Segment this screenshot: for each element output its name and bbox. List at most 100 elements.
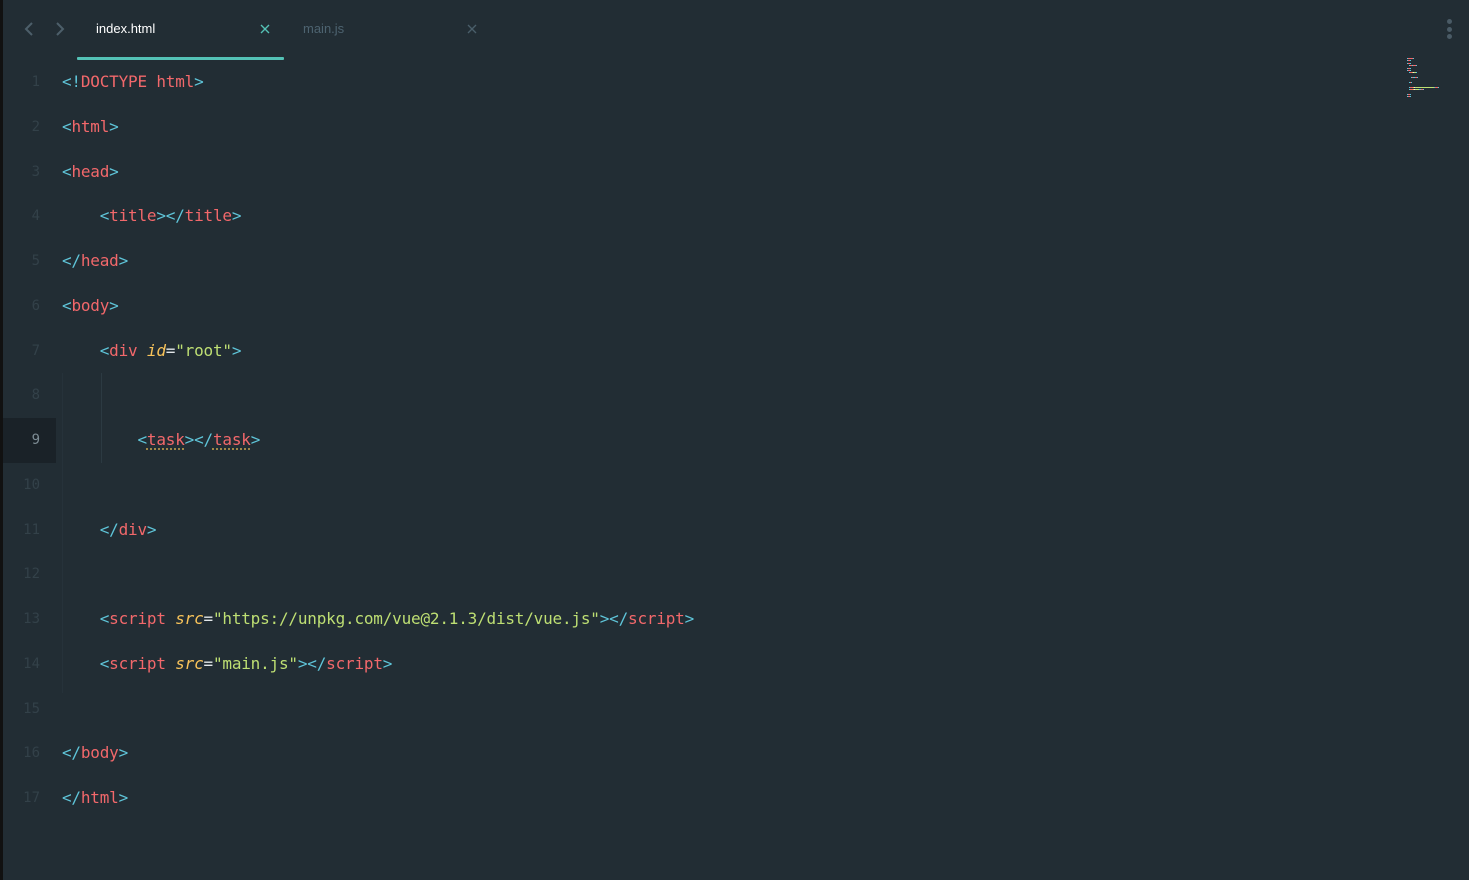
code-token: task bbox=[146, 430, 185, 449]
code-token: html bbox=[80, 788, 119, 807]
dot-icon bbox=[1446, 34, 1452, 39]
code-text: <body> bbox=[62, 284, 119, 329]
code-text: <script src="main.js"></script> bbox=[62, 642, 393, 687]
code-text: </html> bbox=[62, 776, 128, 821]
code-token: script bbox=[628, 609, 685, 628]
code-token: > bbox=[109, 116, 119, 136]
minimap-stroke bbox=[1423, 89, 1425, 91]
code-token: title bbox=[184, 206, 232, 226]
code-line[interactable]: 8 bbox=[3, 373, 1393, 418]
close-tab-button[interactable] bbox=[258, 22, 272, 36]
minimap-stroke bbox=[1415, 86, 1434, 88]
minimap-stroke bbox=[1411, 82, 1413, 83]
code-token: script bbox=[109, 609, 176, 628]
line-number: 8 bbox=[31, 387, 40, 404]
code-editor-window: index.html main.js 1 <!DOCTYPE html> 2 <… bbox=[0, 0, 1469, 880]
code-token: id bbox=[146, 340, 166, 360]
code-token: = bbox=[203, 609, 214, 628]
minimap-stroke bbox=[1409, 67, 1411, 69]
minimap[interactable] bbox=[1402, 58, 1444, 103]
code-token: </ bbox=[62, 519, 119, 539]
code-text: <!DOCTYPE html> bbox=[62, 60, 204, 105]
code-text: <script src="https://unpkg.com/vue@2.1.3… bbox=[62, 597, 695, 642]
minimap-stroke bbox=[1415, 65, 1417, 67]
code-token: body bbox=[71, 295, 110, 315]
tab-label: main.js bbox=[303, 21, 345, 36]
code-token: </ bbox=[62, 788, 81, 807]
code-token: < bbox=[62, 430, 147, 449]
minimap-stroke bbox=[1409, 94, 1411, 95]
code-token: > bbox=[118, 743, 129, 763]
code-token: src bbox=[175, 653, 204, 673]
code-token: > bbox=[118, 251, 129, 270]
code-line[interactable]: 17 </html> bbox=[3, 776, 1393, 821]
code-token: > bbox=[231, 340, 242, 360]
code-token: = bbox=[203, 653, 214, 673]
code-line[interactable]: 1 <!DOCTYPE html> bbox=[3, 60, 1393, 105]
code-token: "root" bbox=[175, 340, 232, 360]
code-line[interactable]: 10 bbox=[3, 463, 1393, 508]
forward-button[interactable] bbox=[50, 19, 70, 39]
code-token: > bbox=[118, 788, 129, 807]
minimap-stroke bbox=[1409, 70, 1411, 71]
code-token: "main.js" bbox=[212, 653, 298, 673]
code-token: src bbox=[175, 609, 204, 628]
tab-label: index.html bbox=[96, 21, 156, 36]
close-icon bbox=[260, 24, 270, 34]
code-text: <head> bbox=[62, 150, 119, 195]
code-token: ></ bbox=[599, 609, 629, 628]
code-line[interactable]: 6 <body> bbox=[3, 284, 1393, 329]
code-text: <title></title> bbox=[62, 194, 242, 239]
code-token: < bbox=[62, 653, 110, 673]
code-line[interactable]: 5 </head> bbox=[3, 239, 1393, 284]
line-number: 2 bbox=[31, 118, 40, 135]
line-number: 14 bbox=[23, 655, 40, 672]
code-area[interactable]: 1 <!DOCTYPE html> 2 <html> 3 <head> 4 <title><… bbox=[3, 60, 1469, 880]
tab-index-html[interactable]: index.html bbox=[77, 0, 284, 60]
code-token: > bbox=[382, 653, 393, 673]
code-token: > bbox=[250, 430, 261, 449]
code-token: script bbox=[109, 653, 176, 673]
line-number: 16 bbox=[23, 745, 40, 762]
code-line[interactable]: 4 <title></title> bbox=[3, 194, 1393, 239]
code-line[interactable]: 15 bbox=[3, 687, 1393, 732]
tab-main-js[interactable]: main.js bbox=[284, 0, 491, 60]
minimap-stroke bbox=[1437, 86, 1439, 88]
line-number: 9 bbox=[31, 432, 40, 448]
code-token: ></ bbox=[156, 206, 185, 226]
code-line[interactable]: 3 <head> bbox=[3, 150, 1393, 195]
code-line[interactable]: 14 <script src="main.js"></script> bbox=[3, 642, 1393, 687]
code-line[interactable]: 16 </body> bbox=[3, 731, 1393, 776]
minimap-stroke bbox=[1409, 60, 1411, 62]
code-token: task bbox=[212, 430, 251, 449]
line-number: 11 bbox=[23, 521, 40, 538]
close-tab-button[interactable] bbox=[465, 22, 479, 36]
code-line[interactable]: 13 <script src="https://unpkg.com/vue@2.… bbox=[3, 597, 1393, 642]
dot-icon bbox=[1446, 19, 1452, 24]
code-token: > bbox=[109, 295, 119, 315]
dot-icon bbox=[1446, 26, 1452, 32]
code-line[interactable]: 2 <html> bbox=[3, 105, 1393, 150]
code-token: > bbox=[109, 161, 119, 181]
code-line[interactable]: 11 </div> bbox=[3, 508, 1393, 553]
code-line[interactable]: 12 bbox=[3, 552, 1393, 597]
code-line[interactable]: 7 <div id="root"> bbox=[3, 329, 1393, 374]
code-token: DOCTYPE html bbox=[80, 72, 195, 91]
line-number: 7 bbox=[31, 342, 40, 359]
code-token: < bbox=[62, 340, 110, 360]
code-token: head bbox=[80, 251, 119, 270]
code-token: </ bbox=[62, 743, 81, 763]
code-token: < bbox=[62, 609, 110, 628]
line-number: 17 bbox=[23, 790, 40, 806]
code-token: html bbox=[71, 116, 110, 136]
code-text: <html> bbox=[62, 105, 119, 150]
line-number: 12 bbox=[23, 566, 40, 583]
code-token: > bbox=[684, 609, 695, 628]
line-number: 5 bbox=[31, 253, 40, 269]
code-line[interactable]: 9 <task></task> bbox=[3, 418, 1393, 463]
back-button[interactable] bbox=[19, 19, 39, 39]
more-options-button[interactable] bbox=[1445, 19, 1453, 39]
minimap-stroke bbox=[1409, 62, 1411, 64]
code-token: div bbox=[109, 340, 147, 360]
code-text: </div> bbox=[62, 508, 157, 553]
